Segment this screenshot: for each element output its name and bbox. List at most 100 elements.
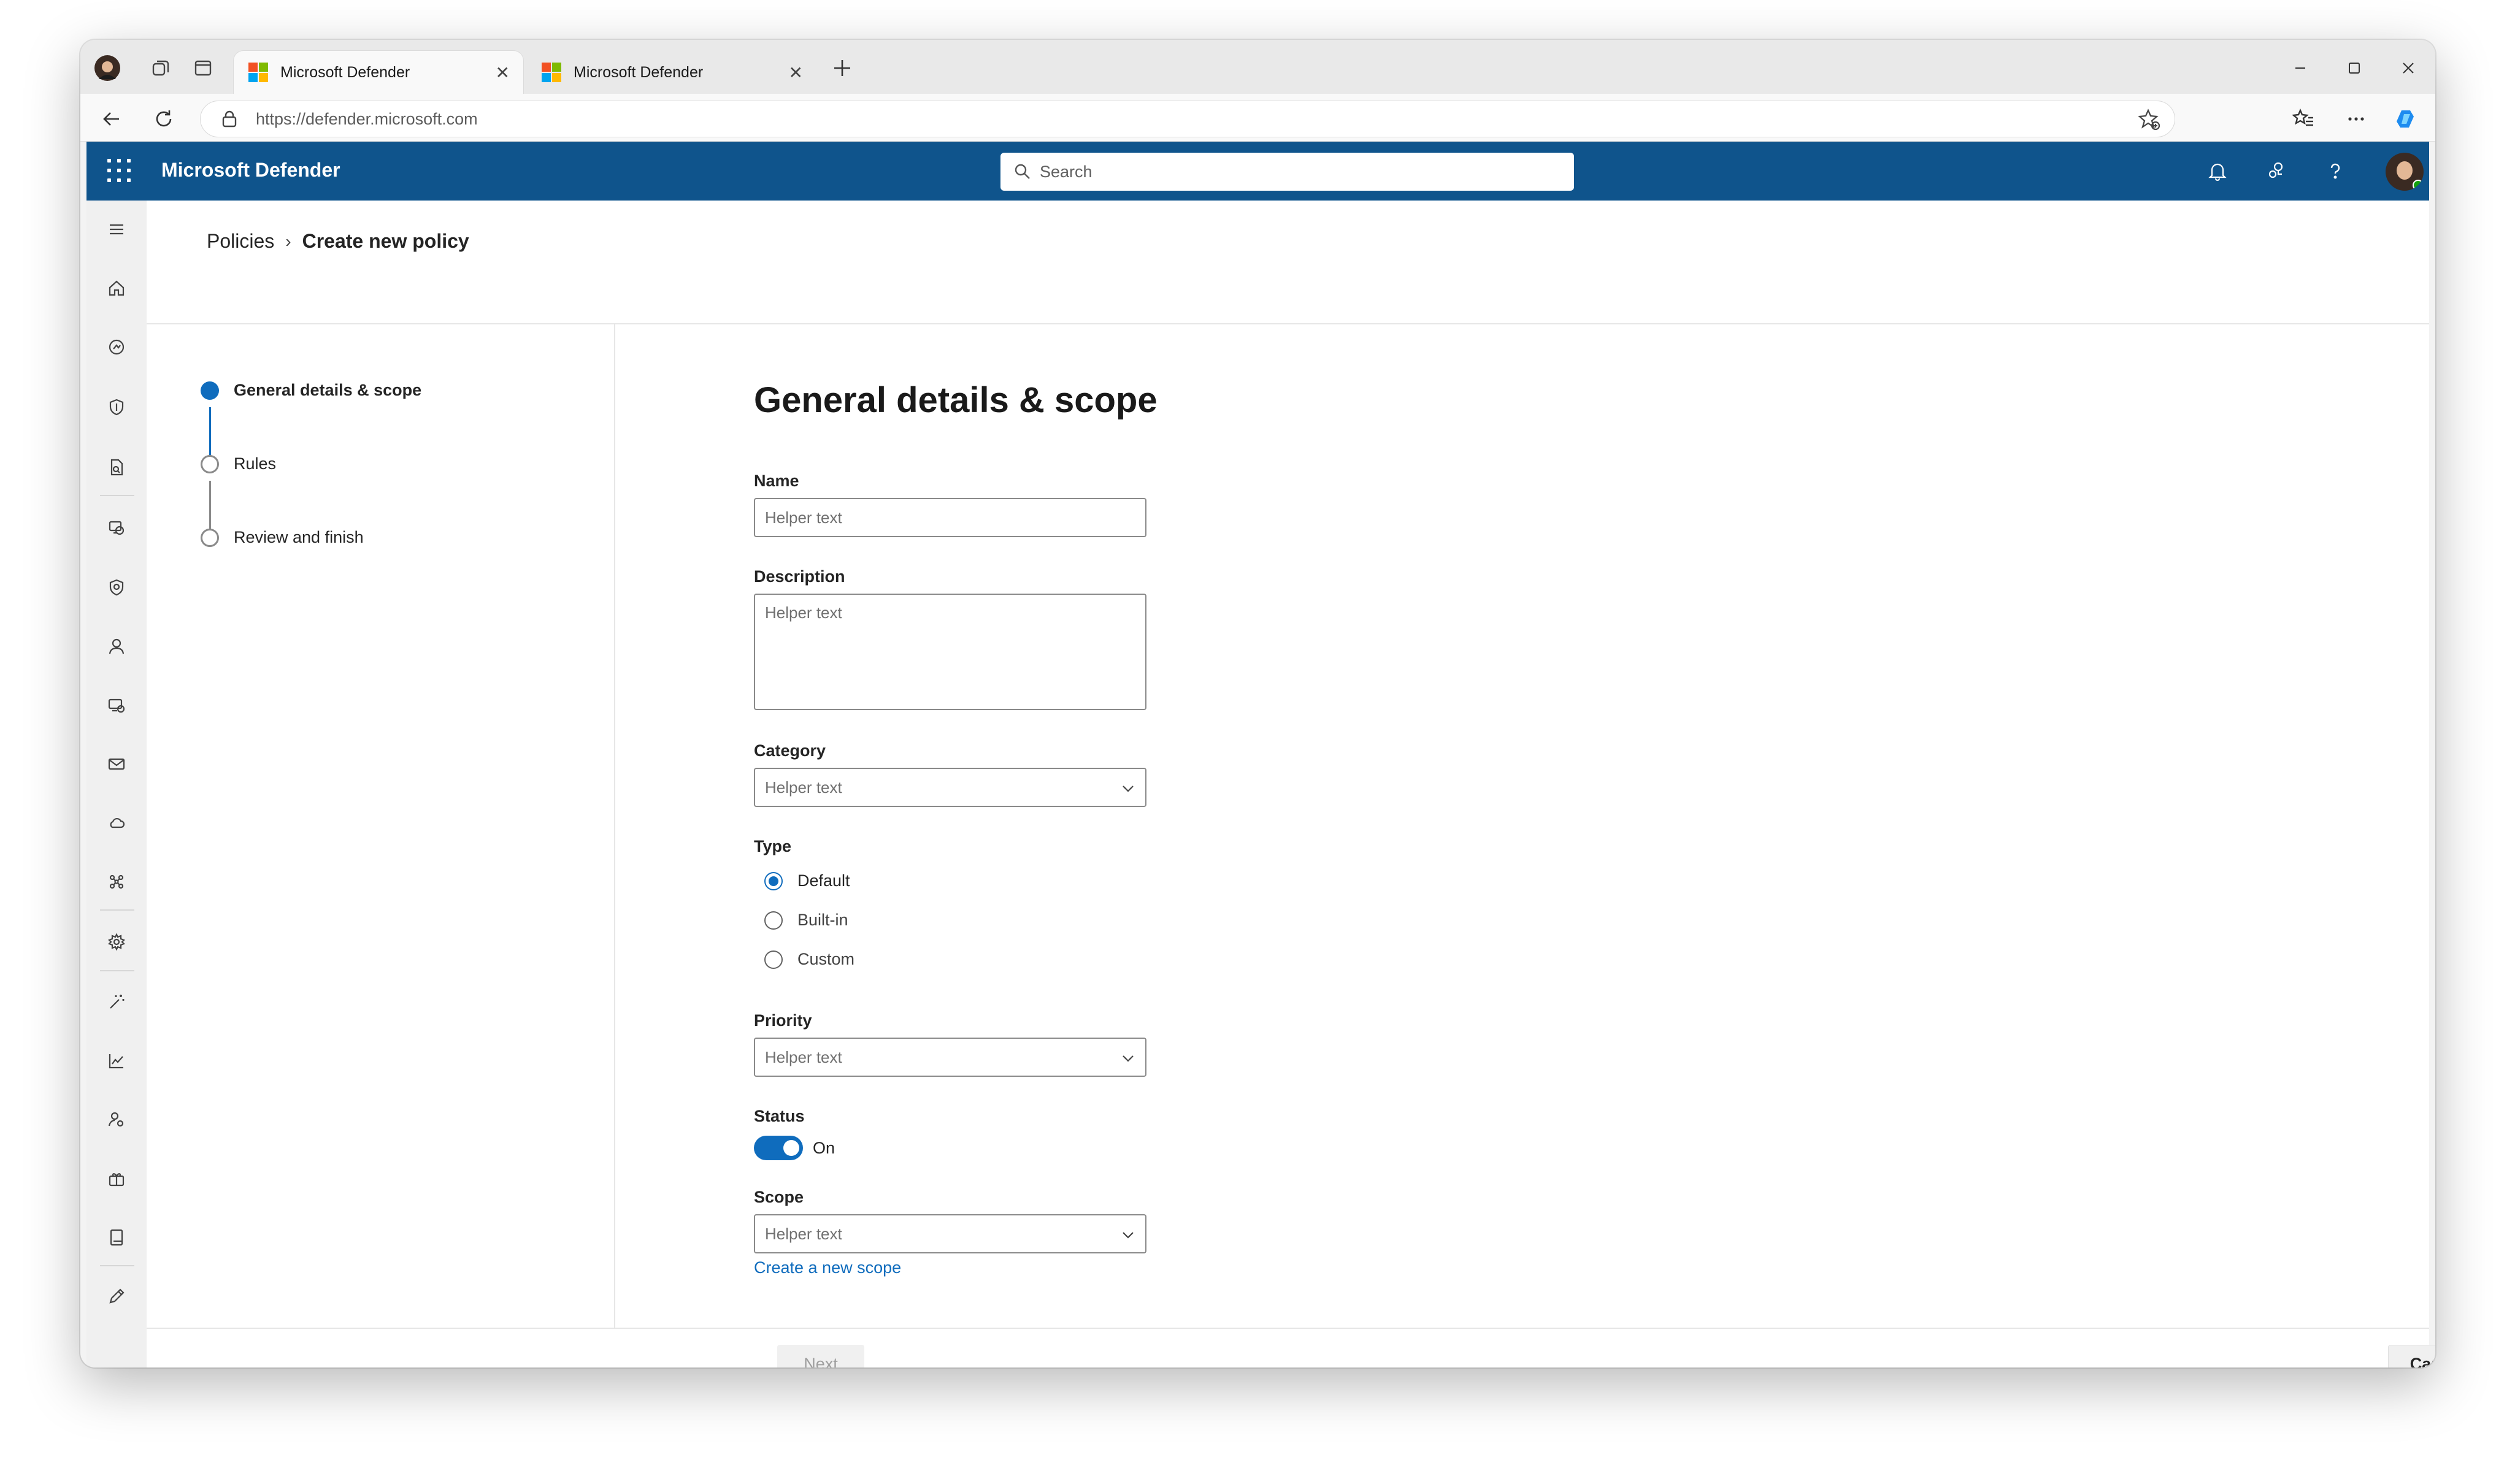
tab-defender[interactable]: Microsoft Defender ✕	[527, 51, 816, 94]
step-rules[interactable]: Rules	[201, 454, 276, 473]
add-favorite-icon[interactable]	[2138, 108, 2161, 136]
name-field[interactable]: Helper text	[754, 498, 1146, 537]
user-avatar[interactable]	[2386, 153, 2424, 191]
breadcrumb-current: Create new policy	[302, 230, 469, 252]
gift-icon[interactable]	[102, 1164, 131, 1193]
category-dropdown[interactable]: Helper text	[754, 768, 1146, 807]
status-label: Status	[754, 1107, 805, 1125]
scope-value: Helper text	[765, 1224, 842, 1243]
create-scope-link[interactable]: Create a new scope	[754, 1258, 901, 1277]
close-tab-icon[interactable]: ✕	[496, 63, 510, 83]
close-tab-icon[interactable]: ✕	[789, 63, 803, 83]
site-info-icon[interactable]	[219, 109, 240, 134]
book-icon[interactable]	[102, 1223, 131, 1252]
type-radio-default[interactable]: Default	[764, 871, 850, 890]
settings-icon[interactable]	[102, 927, 131, 957]
microsoft-logo-icon	[248, 63, 268, 82]
radio-indicator	[764, 911, 783, 930]
tab-defender-active[interactable]: Microsoft Defender ✕	[234, 51, 523, 94]
community-icon[interactable]	[2262, 156, 2291, 186]
status-toggle[interactable]: On	[754, 1136, 835, 1160]
step-indicator	[201, 381, 219, 400]
reports-doc-icon[interactable]	[102, 453, 131, 482]
app-title[interactable]: Microsoft Defender	[161, 159, 340, 182]
header-divider	[147, 323, 2429, 324]
step-review-finish[interactable]: Review and finish	[201, 528, 364, 547]
radio-label: Custom	[797, 950, 855, 968]
incidents-icon[interactable]	[102, 332, 131, 362]
workspaces-icon[interactable]	[147, 53, 176, 83]
pencil-icon[interactable]	[102, 1282, 131, 1311]
description-label: Description	[754, 567, 845, 586]
browser-window: Microsoft Defender ✕ Microsoft Defender …	[80, 40, 2435, 1367]
panel-divider	[614, 323, 615, 1328]
radio-label: Default	[797, 871, 850, 890]
people-settings-icon[interactable]	[102, 1105, 131, 1134]
vertical-tabs-icon[interactable]	[188, 53, 218, 83]
category-value: Helper text	[765, 778, 842, 797]
help-icon[interactable]	[2321, 156, 2350, 186]
connections-icon[interactable]	[102, 867, 131, 897]
new-tab-icon[interactable]	[827, 53, 857, 83]
type-radio-custom[interactable]: Custom	[764, 950, 854, 969]
main-content: Policies › Create new policy General det…	[147, 201, 2435, 1367]
footer-bar	[147, 1328, 2429, 1367]
step-connector	[209, 481, 211, 530]
scope-dropdown[interactable]: Helper text	[754, 1214, 1146, 1253]
address-bar[interactable]: https://defender.microsoft.com	[200, 101, 2175, 137]
cloud-icon[interactable]	[102, 808, 131, 838]
home-icon[interactable]	[102, 273, 131, 303]
mail-icon[interactable]	[102, 749, 131, 779]
type-radio-built-in[interactable]: Built-in	[764, 911, 848, 930]
priority-dropdown[interactable]: Helper text	[754, 1038, 1146, 1077]
back-icon[interactable]	[95, 103, 127, 135]
security-shield-icon[interactable]	[102, 573, 131, 602]
profile-avatar-icon[interactable]	[93, 53, 122, 83]
status-value: On	[813, 1138, 835, 1157]
step-connector-active	[209, 407, 211, 456]
toggle-track	[754, 1136, 803, 1160]
close-window-icon[interactable]	[2384, 51, 2433, 85]
more-options-icon[interactable]	[2340, 103, 2372, 135]
copilot-icon[interactable]	[2392, 103, 2424, 135]
search-icon	[1014, 163, 1031, 185]
priority-label: Priority	[754, 1011, 812, 1030]
chevron-down-icon	[1119, 780, 1137, 801]
chevron-down-icon	[1119, 1050, 1137, 1071]
app-launcher-icon[interactable]	[107, 159, 132, 183]
assets-icon[interactable]	[102, 513, 131, 542]
scope-label: Scope	[754, 1188, 804, 1206]
step-label: Review and finish	[234, 528, 364, 546]
next-button[interactable]: Next	[777, 1345, 864, 1367]
breadcrumb-policies-link[interactable]: Policies	[207, 230, 274, 253]
minimize-icon[interactable]	[2276, 51, 2325, 85]
left-nav-rail	[86, 201, 147, 1367]
description-field[interactable]: Helper text	[754, 594, 1146, 710]
cancel-button[interactable]: Cancel	[2388, 1345, 2435, 1367]
person-icon[interactable]	[102, 632, 131, 661]
favorites-icon[interactable]	[2287, 103, 2319, 135]
notifications-icon[interactable]	[2203, 156, 2232, 186]
refresh-icon[interactable]	[148, 103, 180, 135]
shield-icon[interactable]	[102, 392, 131, 422]
status-badge	[2413, 180, 2424, 191]
url-text: https://defender.microsoft.com	[256, 109, 478, 128]
step-general-details[interactable]: General details & scope	[201, 381, 421, 400]
radio-label: Built-in	[797, 911, 848, 929]
breadcrumb: Policies › Create new policy	[207, 230, 469, 253]
search-placeholder: Search	[1040, 162, 1092, 181]
tab-title: Microsoft Defender	[574, 63, 704, 81]
maximize-icon[interactable]	[2330, 51, 2379, 85]
chart-icon[interactable]	[102, 1046, 131, 1076]
tab-strip: Microsoft Defender ✕ Microsoft Defender …	[80, 40, 2435, 94]
menu-icon[interactable]	[102, 215, 131, 244]
name-placeholder: Helper text	[765, 508, 842, 527]
search-input[interactable]: Search	[1000, 153, 1574, 191]
wand-icon[interactable]	[102, 987, 131, 1017]
navigation-bar: https://defender.microsoft.com	[80, 94, 2435, 142]
tab-title: Microsoft Defender	[280, 63, 410, 81]
description-placeholder: Helper text	[765, 603, 842, 622]
radio-indicator	[764, 950, 783, 969]
devices-icon[interactable]	[102, 690, 131, 720]
category-label: Category	[754, 741, 826, 760]
